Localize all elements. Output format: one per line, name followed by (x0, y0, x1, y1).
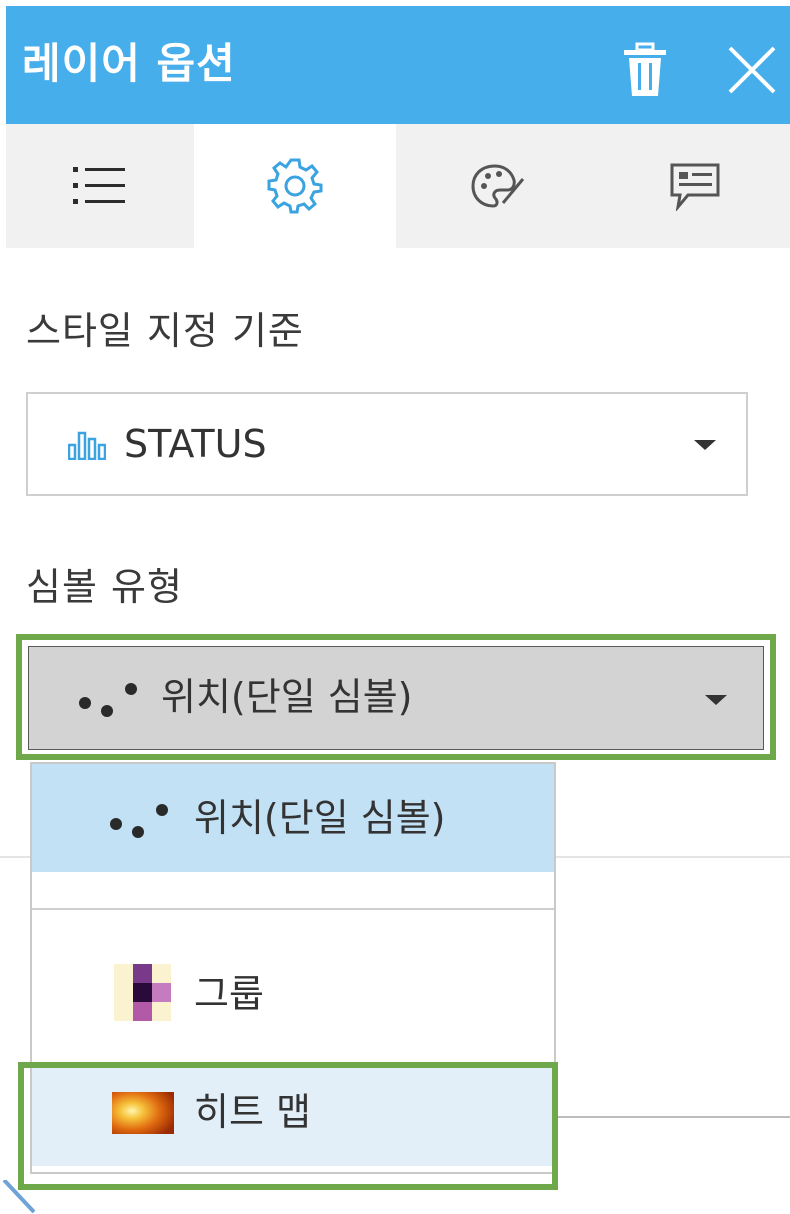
list-icon (73, 165, 127, 207)
heatmap-icon (112, 1092, 174, 1138)
panel-title: 레이어 옵션 (22, 39, 236, 88)
style-by-label: 스타일 지정 기준 (26, 309, 304, 353)
tab-options[interactable] (194, 124, 396, 248)
dots-icon (77, 679, 141, 723)
chevron-down-icon (705, 695, 727, 705)
popup-icon (668, 161, 722, 211)
dropdown-separator (32, 908, 554, 910)
style-by-value: STATUS (124, 422, 267, 466)
dots-icon (108, 800, 172, 844)
palette-icon (471, 163, 525, 209)
background-divider (556, 856, 790, 858)
grid-cluster-icon (114, 964, 172, 1026)
background-divider (556, 1116, 790, 1118)
option-label: 위치(단일 심볼) (194, 796, 446, 840)
option-label: 그룹 (194, 972, 264, 1016)
corner-decoration (2, 1180, 36, 1214)
trash-icon[interactable] (618, 42, 672, 98)
panel-header: 레이어 옵션 (6, 6, 790, 124)
bar-chart-icon (67, 430, 107, 464)
style-by-select[interactable]: STATUS (26, 392, 748, 496)
background-divider (0, 856, 30, 858)
symbol-type-value: 위치(단일 심볼) (161, 675, 413, 719)
tab-popup[interactable] (600, 124, 790, 248)
symbol-type-dropdown: 위치(단일 심볼) 그룹 히트 맵 (30, 762, 556, 1174)
layer-options-panel: 레이어 옵션 스타일 지정 기준 STATUS 심볼 유형 위치(단일 심볼) … (0, 0, 790, 1214)
panel-tabs (6, 124, 790, 248)
option-label: 히트 맵 (194, 1090, 311, 1134)
close-icon[interactable] (722, 42, 780, 98)
chevron-down-icon (694, 440, 716, 450)
option-location-single-symbol[interactable]: 위치(단일 심볼) (32, 764, 554, 872)
gear-icon (267, 158, 323, 214)
symbol-type-select[interactable]: 위치(단일 심볼) (28, 646, 764, 750)
option-heatmap[interactable]: 히트 맵 (32, 1062, 554, 1166)
symbol-type-label: 심볼 유형 (26, 565, 183, 609)
tab-style[interactable] (396, 124, 600, 248)
tab-layer-list[interactable] (6, 124, 194, 248)
option-group[interactable]: 그룹 (32, 940, 554, 1048)
